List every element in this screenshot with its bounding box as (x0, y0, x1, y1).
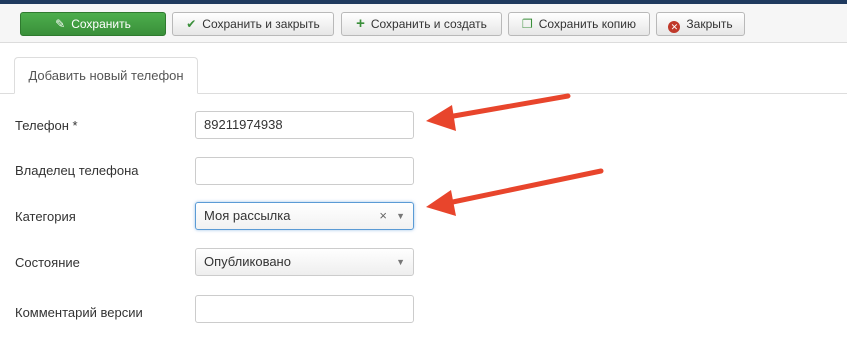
annotation-arrows (426, 93, 604, 216)
annotation-arrow-category (426, 168, 604, 216)
annotation-arrow-phone (426, 93, 571, 131)
